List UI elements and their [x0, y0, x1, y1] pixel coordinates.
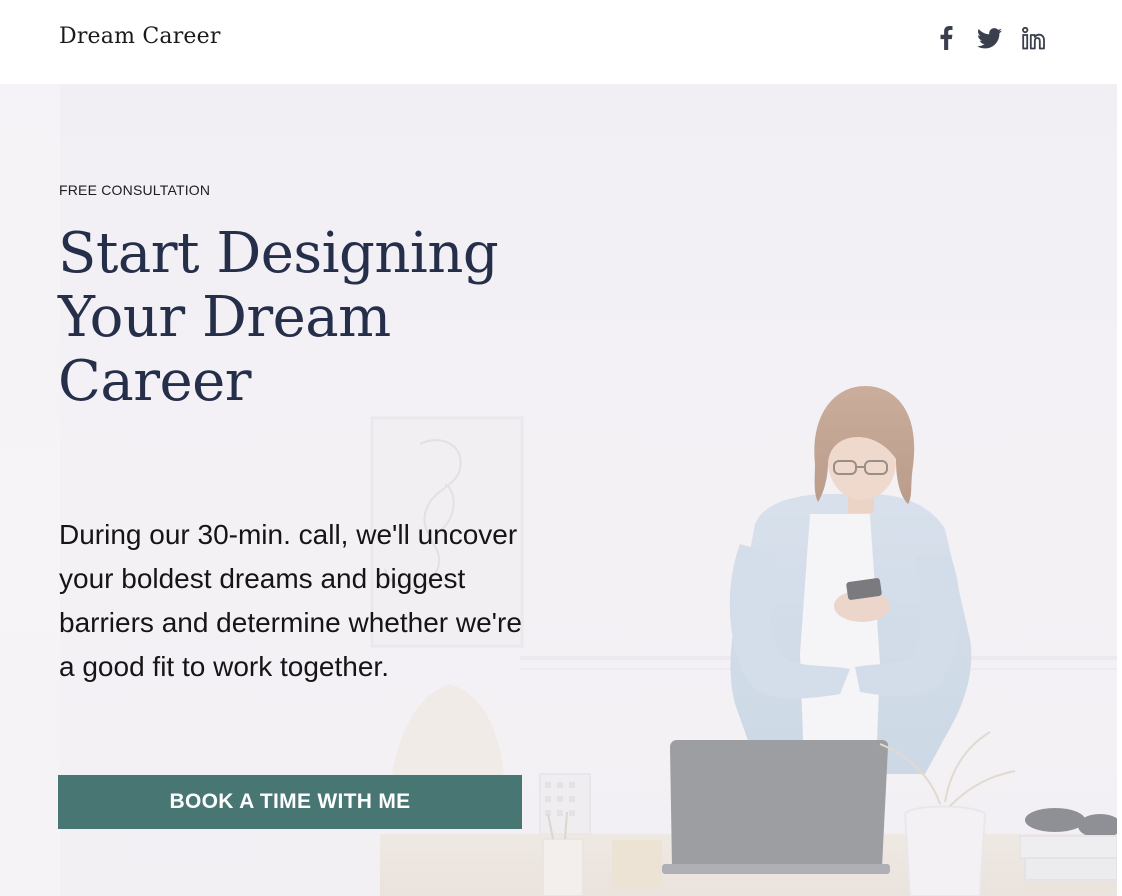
eyebrow-label: FREE CONSULTATION — [59, 182, 211, 198]
book-a-time-button[interactable]: BOOK A TIME WITH ME — [58, 775, 522, 829]
facebook-link[interactable] — [933, 24, 959, 52]
facebook-icon — [940, 26, 953, 50]
hero-headline: Start Designing Your Dream Career — [58, 221, 499, 414]
hero-description: During our 30-min. call, we'll uncover y… — [59, 519, 522, 682]
hero-section: FREE CONSULTATION Start Designing Your D… — [0, 84, 1117, 896]
twitter-link[interactable] — [976, 24, 1002, 52]
twitter-icon — [976, 27, 1002, 48]
linkedin-link[interactable] — [1021, 24, 1047, 52]
brand-logo[interactable]: Dream Career — [59, 22, 221, 52]
site-header: Dream Career — [0, 0, 1122, 84]
linkedin-icon — [1021, 26, 1045, 49]
